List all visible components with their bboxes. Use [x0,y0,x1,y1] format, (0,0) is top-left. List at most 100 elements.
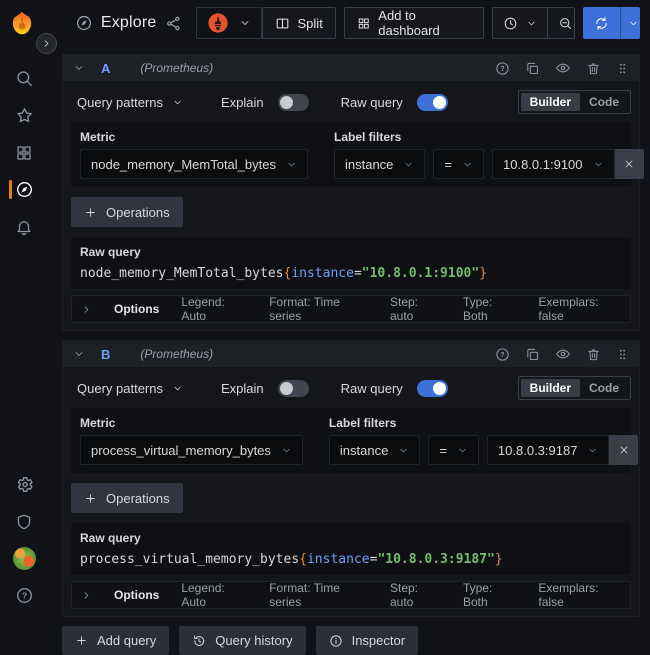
options-format: Format: Time series [269,295,368,323]
label-filters-field: Label filters instance = 10.8. [334,130,650,179]
add-query-label: Add query [97,633,156,648]
filter-value-select[interactable]: 10.8.0.1:9100 [492,149,615,179]
plus-icon [75,634,88,647]
chevron-down-icon [172,383,183,394]
query-patterns-dropdown[interactable]: Query patterns [71,95,189,110]
sidebar-item-profile[interactable] [0,540,48,577]
sidebar-item-alerting[interactable] [0,208,48,245]
raw-query-block-b: Raw query process_virtual_memory_bytes{i… [71,523,631,575]
filter-operator-value: = [439,443,447,458]
remove-filter-button[interactable] [609,435,638,465]
builder-mode-tab[interactable]: Builder [521,379,580,397]
collapse-chevron-icon[interactable] [73,62,85,74]
sidebar-expand-button[interactable] [36,33,57,54]
query-header-b[interactable]: B (Prometheus) ? [63,341,639,367]
query-history-button[interactable]: Query history [179,626,305,655]
options-row-a[interactable]: Options Legend: Auto Format: Time series… [71,295,631,323]
chevron-down-icon [281,445,292,456]
metric-select[interactable]: node_memory_MemTotal_bytes [80,149,308,179]
inspector-button[interactable]: Inspector [316,626,418,655]
query-actions: ? [495,60,629,76]
sidebar-item-starred[interactable] [0,97,48,134]
query-patterns-dropdown[interactable]: Query patterns [71,381,189,396]
sidebar-item-dashboards[interactable] [0,134,48,171]
code-brace-close: } [495,552,503,567]
sidebar-item-explore[interactable] [0,171,48,208]
explain-label: Explain [221,95,264,110]
remove-query-trash-icon[interactable] [586,61,601,76]
query-header-a[interactable]: A (Prometheus) ? [63,55,639,81]
raw-query-toggle[interactable] [417,380,448,397]
code-brace-close: } [479,266,487,281]
run-query-button[interactable] [583,7,620,39]
sidebar-item-search[interactable] [0,60,48,97]
filter-operator-select[interactable]: = [433,149,484,179]
operations-button[interactable]: Operations [71,197,183,227]
drag-handle-icon[interactable] [616,61,629,76]
raw-query-block-a: Raw query node_memory_MemTotal_bytes{ins… [71,237,631,289]
disable-query-eye-icon[interactable] [555,346,571,362]
disable-query-eye-icon[interactable] [555,60,571,76]
split-button[interactable]: Split [262,7,336,39]
duplicate-query-icon[interactable] [525,61,540,76]
grafana-logo[interactable] [0,10,45,36]
add-query-button[interactable]: Add query [62,626,169,655]
time-range-group [492,7,575,39]
chevron-down-icon [628,18,639,29]
zoom-out-time-button[interactable] [547,8,575,38]
code-mode-tab[interactable]: Code [580,93,628,111]
filter-value-select[interactable]: 10.8.0.3:9187 [487,435,610,465]
operations-button[interactable]: Operations [71,483,183,513]
clock-icon [503,16,518,31]
query-ref-id[interactable]: B [101,347,110,362]
top-bar: Explore Split Add to dashboard [0,0,650,46]
remove-query-trash-icon[interactable] [586,347,601,362]
operations-label: Operations [106,491,170,506]
label-filters-field: Label filters instance = 10.8. [329,416,650,465]
duplicate-query-icon[interactable] [525,347,540,362]
split-pane-icon [275,16,290,31]
sidebar-item-settings[interactable] [0,466,48,503]
time-picker-button[interactable] [493,8,547,38]
explain-toggle[interactable] [278,94,309,111]
metric-field: Metric process_virtual_memory_bytes [80,416,303,465]
drag-handle-icon[interactable] [616,347,629,362]
metric-select[interactable]: process_virtual_memory_bytes [80,435,303,465]
history-icon [192,634,206,648]
options-row-b[interactable]: Options Legend: Auto Format: Time series… [71,581,631,609]
share-icon[interactable] [165,15,182,32]
query-help-icon[interactable]: ? [495,61,510,76]
filter-key-select[interactable]: instance [329,435,420,465]
query-editor-row-b: B (Prometheus) ? [62,340,640,617]
explore-footer: Add query Query history Inspector [62,626,640,655]
raw-query-code: node_memory_MemTotal_bytes{instance="10.… [80,266,622,281]
options-exemplars: Exemplars: false [538,581,621,609]
add-to-dashboard-button[interactable]: Add to dashboard [344,7,484,39]
builder-mode-tab[interactable]: Builder [521,93,580,111]
collapse-chevron-icon[interactable] [73,348,85,360]
metric-value: process_virtual_memory_bytes [91,443,271,458]
chevron-right-icon [41,38,52,49]
query-datasource-hint: (Prometheus) [140,347,213,361]
query-help-icon[interactable]: ? [495,347,510,362]
raw-query-code: process_virtual_memory_bytes{instance="1… [80,552,622,567]
compass-icon [15,180,34,199]
code-mode-tab[interactable]: Code [580,379,628,397]
svg-text:?: ? [500,65,504,73]
explain-toggle[interactable] [278,380,309,397]
options-title: Options [114,588,159,602]
user-avatar [13,547,36,570]
query-ref-id[interactable]: A [101,61,110,76]
raw-query-toggle-label: Raw query [341,95,403,110]
explore-content: A (Prometheus) ? [62,54,640,655]
raw-query-toggle[interactable] [417,94,448,111]
filter-key-value: instance [345,157,393,172]
remove-filter-button[interactable] [615,149,644,179]
datasource-picker[interactable] [196,7,262,39]
chevron-right-icon [81,304,92,315]
sidebar-item-server-admin[interactable] [0,503,48,540]
filter-operator-select[interactable]: = [428,435,479,465]
filter-key-select[interactable]: instance [334,149,425,179]
sidebar-item-help[interactable]: ? [0,577,48,614]
run-query-interval-dropdown[interactable] [620,7,640,39]
